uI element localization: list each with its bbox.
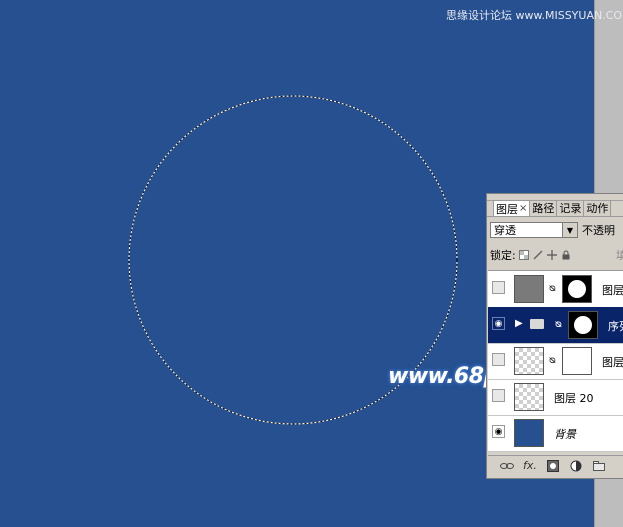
eye-icon[interactable]: ◉ <box>492 425 505 438</box>
layer-name: 背景 <box>554 428 576 441</box>
layer-row[interactable]: ᴓ 图层 <box>488 343 623 380</box>
eye-icon[interactable]: ◉ <box>492 317 505 330</box>
tab-layers[interactable]: 图层 × <box>493 200 531 216</box>
link-icon[interactable]: ᴓ <box>549 283 556 294</box>
layer-row-selected[interactable]: ◉ ▶ ᴓ 序列 <box>488 307 623 344</box>
folder-icon <box>530 319 544 329</box>
visibility-toggle[interactable] <box>492 353 505 366</box>
move-icon[interactable] <box>547 250 558 261</box>
layer-thumbnail <box>514 383 544 411</box>
layer-mask-thumbnail[interactable] <box>568 311 598 339</box>
tab-divider <box>487 216 623 217</box>
chevron-down-icon[interactable]: ▼ <box>562 223 577 237</box>
fill-label: 填 <box>616 249 623 262</box>
layer-thumbnail <box>514 347 544 375</box>
tab-actions-label: 动作 <box>586 202 609 215</box>
layer-mask-thumbnail[interactable] <box>562 347 592 375</box>
lock-row: 锁定: 填 <box>490 247 623 263</box>
visibility-toggle[interactable] <box>492 389 505 402</box>
layer-row[interactable]: ◉ 背景 <box>488 415 623 452</box>
blend-row: 穿透 ▼ 不透明 <box>490 221 623 239</box>
layer-mask-thumbnail[interactable] <box>562 275 592 303</box>
panel-tabs: 图层 × 路径 记录 动作 <box>493 200 612 216</box>
lock-label: 锁定: <box>490 249 516 262</box>
tab-paths[interactable]: 路径 <box>530 200 558 216</box>
tab-layers-label: 图层 <box>496 202 518 216</box>
panel-bottom-toolbar: fx. <box>488 455 623 475</box>
layer-thumbnail <box>514 419 544 447</box>
tab-actions[interactable]: 动作 <box>584 200 612 216</box>
layer-row[interactable]: ᴓ 图层 <box>488 271 623 308</box>
blend-mode-select[interactable]: 穿透 ▼ <box>490 222 578 238</box>
layer-name: 图层 <box>602 356 623 369</box>
visibility-toggle[interactable] <box>492 281 505 294</box>
link-icon[interactable]: ᴓ <box>555 319 562 330</box>
layer-name: 图层 <box>602 284 623 297</box>
adjustment-icon[interactable] <box>569 459 583 473</box>
expand-triangle-icon[interactable]: ▶ <box>515 318 523 329</box>
folder-icon[interactable] <box>592 459 606 473</box>
close-icon[interactable]: × <box>519 203 527 214</box>
layers-panel: 图层 × 路径 记录 动作 穿透 ▼ 不透明 锁定: 填 ᴓ 图层 ◉ ▶ ᴓ … <box>486 193 623 479</box>
layer-thumbnail <box>514 275 544 303</box>
lock-transparency-icon[interactable] <box>519 250 530 261</box>
fx-icon[interactable]: fx. <box>523 459 537 473</box>
tab-history-label: 记录 <box>559 202 582 215</box>
link-icon[interactable] <box>500 459 514 473</box>
tab-paths-label: 路径 <box>532 202 555 215</box>
mask-icon[interactable] <box>546 459 560 473</box>
layer-row[interactable]: 图层 20 <box>488 379 623 416</box>
brush-icon[interactable] <box>533 250 544 261</box>
layer-name: 图层 20 <box>554 392 594 405</box>
blend-mode-value: 穿透 <box>494 224 516 237</box>
link-icon[interactable]: ᴓ <box>549 355 556 366</box>
tab-history[interactable]: 记录 <box>557 200 585 216</box>
opacity-label: 不透明 <box>582 224 615 237</box>
layers-list: ᴓ 图层 ◉ ▶ ᴓ 序列 ᴓ 图层 图层 20 ◉ <box>488 270 623 452</box>
layer-name: 序列 <box>608 320 623 333</box>
lock-icon[interactable] <box>561 250 572 261</box>
